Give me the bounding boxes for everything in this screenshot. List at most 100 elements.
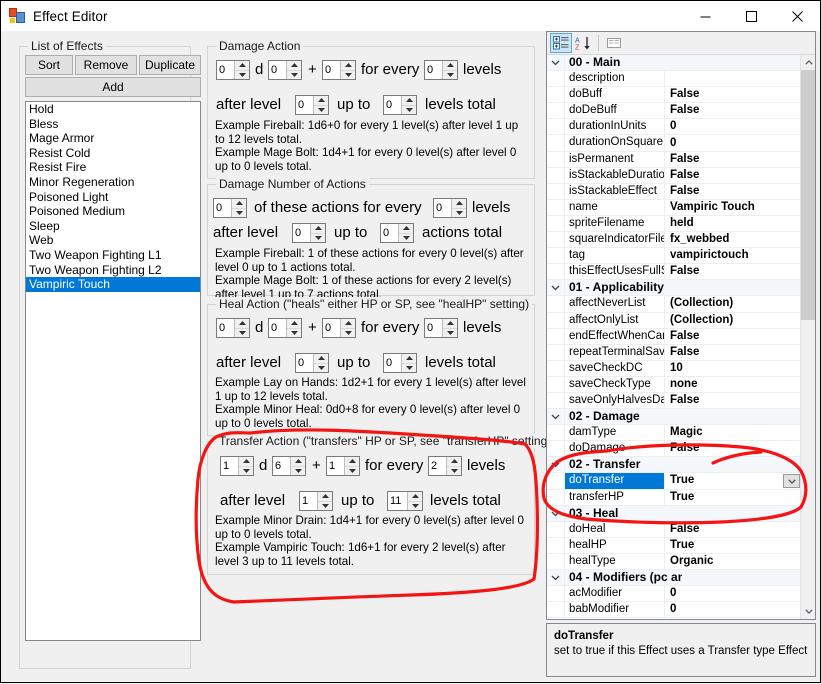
property-row[interactable]: repeatTerminalSaveEFalse <box>547 344 800 361</box>
property-value[interactable]: False <box>665 87 800 102</box>
spinner-arrows-icon[interactable] <box>407 492 422 510</box>
category-expander-icon[interactable] <box>547 409 565 425</box>
effect-list-item[interactable]: Vampiric Touch <box>26 277 200 292</box>
heal-bonus-spinner[interactable]: 0 <box>322 318 356 338</box>
property-value[interactable]: (Collection) <box>665 313 800 328</box>
spinner-arrows-icon[interactable] <box>446 457 461 475</box>
property-value[interactable]: held <box>665 216 800 231</box>
property-grid-scrollbar[interactable] <box>800 55 815 619</box>
spinner-arrows-icon[interactable] <box>310 224 325 242</box>
property-row[interactable]: durationInUnits 0 <box>547 119 800 136</box>
property-row[interactable]: transferHP True <box>547 489 800 506</box>
sort-button[interactable]: Sort <box>25 55 73 75</box>
effect-list-item[interactable]: Minor Regeneration <box>26 175 200 190</box>
effect-list-item[interactable]: Bless <box>26 117 200 132</box>
property-row[interactable]: isStackableDuration False <box>547 167 800 184</box>
minimize-button[interactable] <box>682 1 728 31</box>
effect-list-item[interactable]: Poisoned Light <box>26 190 200 205</box>
spinner-arrows-icon[interactable] <box>401 354 416 372</box>
effect-list-item[interactable]: Mage Armor <box>26 131 200 146</box>
property-row[interactable]: doHeal False <box>547 521 800 538</box>
property-row[interactable]: thisEffectUsesFullSizeFalse <box>547 264 800 281</box>
spinner-arrows-icon[interactable] <box>442 61 457 79</box>
property-value[interactable]: Vampiric Touch <box>665 200 800 215</box>
duplicate-button[interactable]: Duplicate <box>139 55 201 75</box>
property-row[interactable]: healType Organic <box>547 553 800 570</box>
property-value[interactable]: 0 <box>665 136 800 151</box>
spinner-arrows-icon[interactable] <box>286 319 301 337</box>
property-value[interactable]: False <box>665 264 800 279</box>
property-grid-body[interactable]: 00 - Main description doBuff False doDeBuff F… <box>547 55 815 619</box>
property-category-row[interactable]: 02 - Transfer <box>547 457 800 474</box>
category-expander-icon[interactable] <box>547 280 565 296</box>
spinner-arrows-icon[interactable] <box>234 319 249 337</box>
damage-dice-count-spinner[interactable]: 0 <box>216 60 250 80</box>
spinner-arrows-icon[interactable] <box>313 96 328 114</box>
property-row[interactable]: doDeBuff False <box>547 103 800 120</box>
category-expander-icon[interactable] <box>547 55 565 71</box>
maximize-button[interactable] <box>728 1 774 31</box>
property-value[interactable]: vampirictouch <box>665 248 800 263</box>
effect-list-item[interactable]: Two Weapon Fighting L1 <box>26 248 200 263</box>
property-category-row[interactable]: 03 - Heal <box>547 505 800 522</box>
property-row[interactable]: description <box>547 71 800 88</box>
spinner-arrows-icon[interactable] <box>344 457 359 475</box>
spinner-arrows-icon[interactable] <box>340 61 355 79</box>
damage-up-to-spinner[interactable]: 0 <box>383 95 417 115</box>
heal-dice-sides-spinner[interactable]: 0 <box>268 318 302 338</box>
scroll-down-button[interactable] <box>801 604 815 619</box>
spinner-arrows-icon[interactable] <box>238 457 253 475</box>
heal-per-levels-spinner[interactable]: 0 <box>424 318 458 338</box>
property-value[interactable]: 0 <box>665 586 800 601</box>
add-button[interactable]: Add <box>25 77 201 97</box>
remove-button[interactable]: Remove <box>75 55 137 75</box>
heal-after-level-spinner[interactable]: 0 <box>295 353 329 373</box>
property-row[interactable]: healHP True <box>547 537 800 554</box>
transfer-per-levels-spinner[interactable]: 2 <box>428 456 462 476</box>
property-row[interactable]: durationOnSquareInU0 <box>547 135 800 152</box>
actions-after-level-spinner[interactable]: 0 <box>292 223 326 243</box>
property-row[interactable]: tag vampirictouch <box>547 248 800 265</box>
property-row[interactable]: isStackableEffect False <box>547 183 800 200</box>
effects-listbox[interactable]: Hold Bless Mage Armor Resist Cold Resist Fir… <box>25 101 201 641</box>
property-value[interactable]: False <box>665 345 800 360</box>
property-category-row[interactable]: 01 - Applicability <box>547 280 800 297</box>
property-value[interactable]: False <box>665 184 800 199</box>
property-value[interactable]: 10 <box>665 361 800 376</box>
heal-up-to-spinner[interactable]: 0 <box>383 353 417 373</box>
property-category-row[interactable]: 00 - Main <box>547 55 800 72</box>
property-row[interactable]: doDamage False <box>547 441 800 458</box>
property-row[interactable]: spriteFilename held <box>547 215 800 233</box>
transfer-after-level-spinner[interactable]: 1 <box>299 491 333 511</box>
property-value[interactable]: (Collection) <box>665 296 800 311</box>
spinner-arrows-icon[interactable] <box>401 96 416 114</box>
spinner-arrows-icon[interactable] <box>442 319 457 337</box>
property-rows[interactable]: 00 - Main description doBuff False doDeBuff F… <box>547 55 800 619</box>
chevron-down-icon[interactable] <box>783 474 800 489</box>
category-expander-icon[interactable] <box>547 570 565 586</box>
spinner-arrows-icon[interactable] <box>317 492 332 510</box>
property-category-row[interactable]: 04 - Modifiers (pc and creature) <box>547 570 800 587</box>
property-value[interactable]: True <box>665 538 800 553</box>
spinner-arrows-icon[interactable] <box>398 224 413 242</box>
property-value[interactable]: False <box>665 103 800 118</box>
effect-list-item[interactable]: Sleep <box>26 219 200 234</box>
property-value[interactable]: none <box>665 377 800 392</box>
category-expander-icon[interactable] <box>547 457 565 473</box>
spinner-arrows-icon[interactable] <box>340 319 355 337</box>
transfer-up-to-spinner[interactable]: 11 <box>387 491 423 511</box>
scroll-thumb[interactable] <box>801 70 815 320</box>
property-row[interactable]: saveCheckType none <box>547 376 800 393</box>
property-value[interactable]: False <box>665 441 800 456</box>
property-row[interactable]: squareIndicatorFilenamfx_webbed <box>547 232 800 249</box>
property-row[interactable]: doBuff False <box>547 87 800 104</box>
effect-list-item[interactable]: Web <box>26 233 200 248</box>
property-row[interactable]: babModifier 0 <box>547 602 800 619</box>
property-row[interactable]: saveOnlyHalvesDamaFalse <box>547 392 800 410</box>
damage-dice-sides-spinner[interactable]: 0 <box>268 60 302 80</box>
property-value[interactable]: fx_webbed <box>665 232 800 247</box>
actions-up-to-spinner[interactable]: 0 <box>380 223 414 243</box>
damage-after-level-spinner[interactable]: 0 <box>295 95 329 115</box>
property-value[interactable]: True <box>665 490 800 505</box>
property-row[interactable]: acModifier 0 <box>547 586 800 603</box>
